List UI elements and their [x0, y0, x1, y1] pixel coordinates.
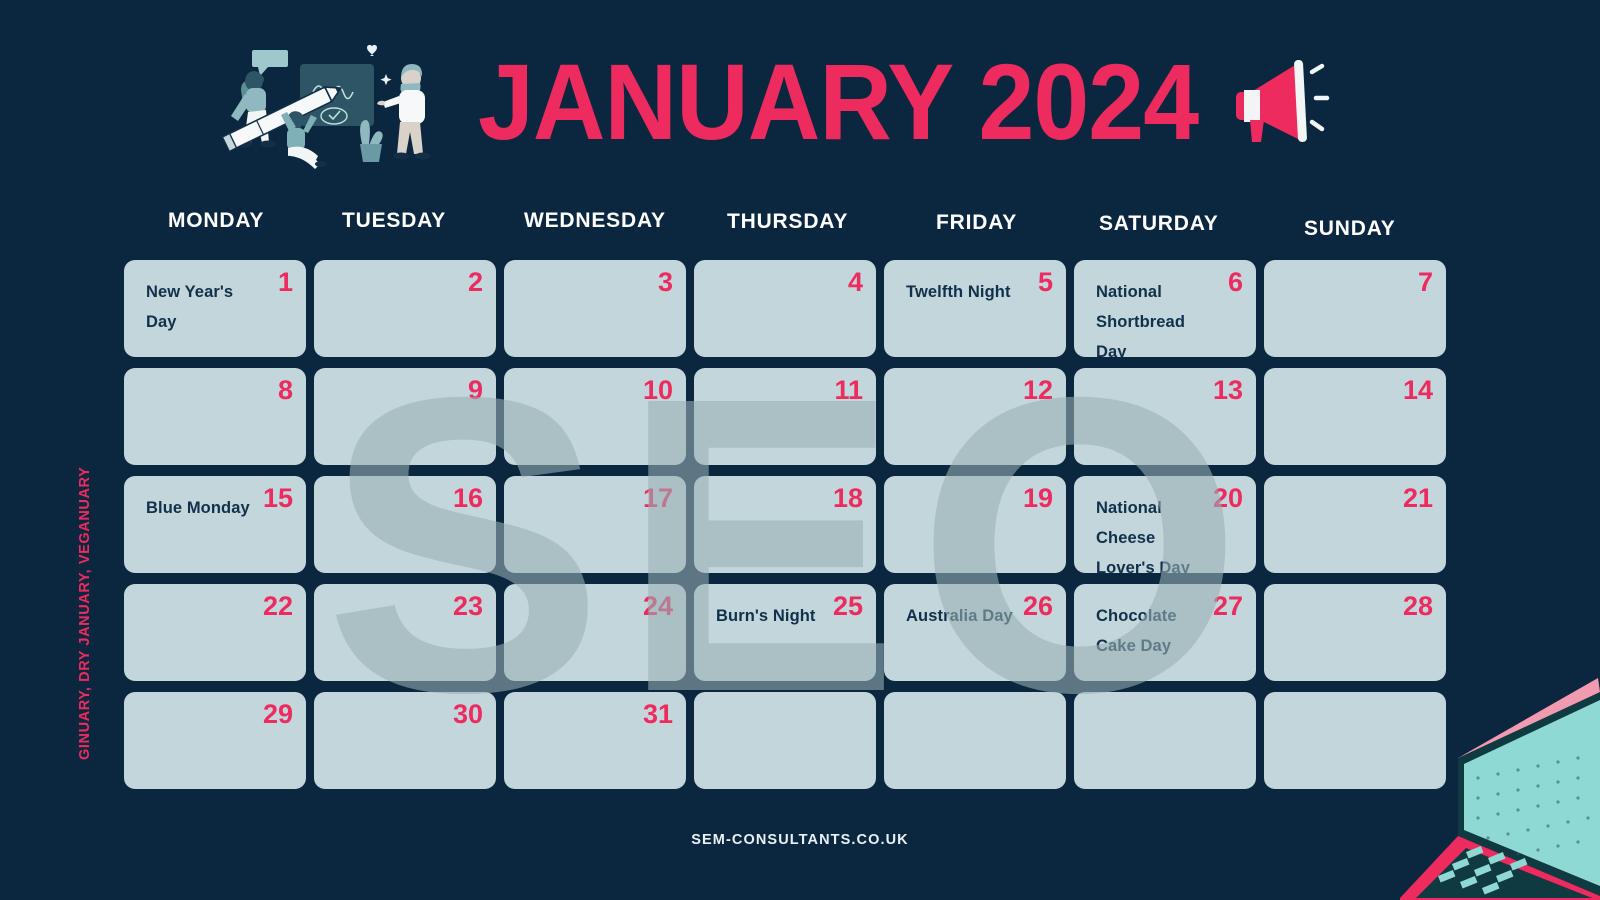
day-number: 4	[847, 267, 863, 297]
day-event-label: New Year's Day	[146, 283, 234, 331]
weekday-saturday: SATURDAY	[1099, 212, 1219, 235]
calendar-day-cell[interactable]: 30	[314, 692, 496, 789]
day-event-label: National Cheese Lover's Day	[1096, 499, 1190, 573]
weekday-thursday: THURSDAY	[727, 210, 849, 233]
calendar-day-cell[interactable]: 12	[884, 368, 1066, 465]
side-observance-label: GINUARY, DRY JANUARY, VEGANUARY	[77, 466, 93, 760]
day-number: 17	[642, 483, 673, 513]
day-number: 10	[642, 375, 673, 405]
calendar-day-cell[interactable]: 4	[694, 260, 876, 357]
calendar-day-cell[interactable]: 16	[314, 476, 496, 573]
day-number: 9	[467, 375, 483, 405]
calendar-day-cell[interactable]: 9	[314, 368, 496, 465]
weekday-header-row: MONDAY TUESDAY WEDNESDAY THURSDAY FRIDAY…	[124, 205, 1448, 255]
weekday-tuesday: TUESDAY	[342, 209, 447, 232]
day-number: 24	[642, 591, 673, 621]
day-number: 11	[834, 375, 863, 405]
day-number: 31	[642, 699, 673, 729]
day-number: 2	[467, 267, 483, 297]
calendar-day-cell[interactable]: 17	[504, 476, 686, 573]
calendar-day-cell[interactable]: 22	[124, 584, 306, 681]
calendar-day-cell[interactable]: New Year's Day 1	[124, 260, 306, 357]
weekday-wednesday: WEDNESDAY	[524, 209, 666, 232]
footer-url: SEM-CONSULTANTS.CO.UK	[691, 832, 909, 848]
day-event-label: Twelfth Night	[906, 283, 1011, 301]
day-number: 15	[262, 483, 293, 513]
day-number: 27	[1212, 591, 1243, 621]
calendar-day-cell[interactable]: 19	[884, 476, 1066, 573]
calendar-day-cell[interactable]: Chocolate Cake Day 27	[1074, 584, 1256, 681]
calendar-day-cell[interactable]	[1074, 692, 1256, 789]
day-number: 16	[452, 483, 483, 513]
day-number: 7	[1417, 267, 1433, 297]
megaphone-icon	[1236, 59, 1330, 142]
day-event-label: Chocolate Cake Day	[1096, 607, 1177, 655]
day-event-label: Australia Day	[906, 607, 1013, 625]
calendar-day-cell[interactable]: 7	[1264, 260, 1446, 357]
day-number: 13	[1212, 375, 1243, 405]
calendar-day-cell[interactable]: 23	[314, 584, 496, 681]
calendar-day-cell[interactable]	[884, 692, 1066, 789]
calendar-day-cell[interactable]: 31	[504, 692, 686, 789]
day-number: 5	[1037, 267, 1053, 297]
day-number: 28	[1402, 591, 1433, 621]
day-number: 19	[1022, 483, 1053, 513]
calendar-day-cell[interactable]: 18	[694, 476, 876, 573]
calendar-day-cell[interactable]: Burn's Night 25	[694, 584, 876, 681]
calendar-day-cell[interactable]	[694, 692, 876, 789]
day-number: 25	[832, 591, 863, 621]
day-number: 14	[1402, 375, 1433, 405]
day-number: 18	[832, 483, 863, 513]
day-event-label: Blue Monday	[146, 499, 250, 517]
calendar-day-cell[interactable]: 8	[124, 368, 306, 465]
weekday-monday: MONDAY	[168, 209, 265, 232]
day-number: 29	[262, 699, 293, 729]
calendar-day-cell[interactable]: 13	[1074, 368, 1256, 465]
day-number: 23	[452, 591, 483, 621]
day-number: 30	[452, 699, 483, 729]
weekday-friday: FRIDAY	[936, 211, 1018, 234]
calendar-day-cell[interactable]: Blue Monday 15	[124, 476, 306, 573]
day-number: 26	[1022, 591, 1053, 621]
calendar-grid: New Year's Day 1 2 3 4 Twelfth Night 5 National…	[124, 260, 1454, 805]
calendar-day-cell[interactable]: 21	[1264, 476, 1446, 573]
calendar-day-cell[interactable]: Australia Day 26	[884, 584, 1066, 681]
calendar-day-cell[interactable]: National Cheese Lover's Day 20	[1074, 476, 1256, 573]
day-number: 3	[657, 267, 673, 297]
day-number: 22	[262, 591, 293, 621]
day-event-label: National Shortbread Day	[1096, 283, 1186, 357]
calendar-header: JANUARY 2024	[0, 0, 1600, 195]
day-number: 8	[277, 375, 293, 405]
calendar-day-cell[interactable]: 24	[504, 584, 686, 681]
calendar-day-cell[interactable]: Twelfth Night 5	[884, 260, 1066, 357]
calendar-day-cell[interactable]: 14	[1264, 368, 1446, 465]
day-event-label: Burn's Night	[716, 607, 816, 625]
laptop-illustration	[1400, 678, 1600, 900]
day-number: 21	[1402, 483, 1433, 513]
calendar-day-cell[interactable]: 2	[314, 260, 496, 357]
day-number: 20	[1212, 483, 1243, 513]
day-number: 12	[1022, 375, 1053, 405]
calendar-day-cell[interactable]: National Shortbread Day 6	[1074, 260, 1256, 357]
page-title: JANUARY 2024	[478, 41, 1199, 162]
weekday-sunday: SUNDAY	[1304, 217, 1396, 240]
calendar-day-cell[interactable]: 10	[504, 368, 686, 465]
team-whiteboard-pencil-illustration	[221, 41, 431, 169]
day-number: 6	[1227, 267, 1243, 297]
calendar-day-cell[interactable]: 3	[504, 260, 686, 357]
calendar-day-cell[interactable]: 29	[124, 692, 306, 789]
calendar-day-cell[interactable]: 11	[694, 368, 876, 465]
day-number: 1	[277, 267, 293, 297]
